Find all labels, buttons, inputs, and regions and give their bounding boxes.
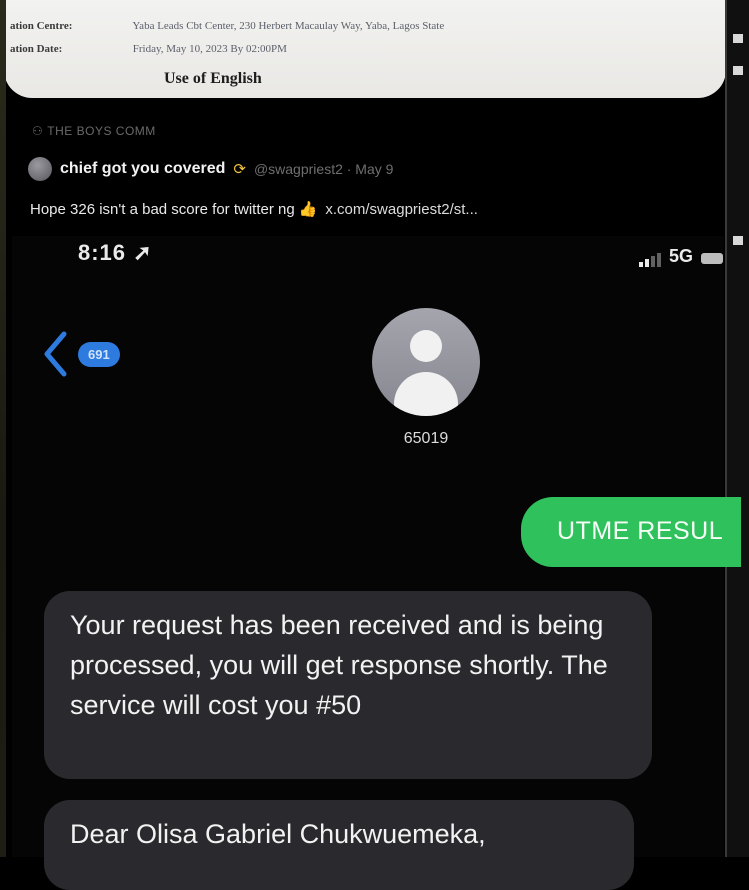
- chevron-left-icon: [44, 331, 67, 377]
- exam-centre-row: ation Centre: Yaba Leads Cbt Center, 230…: [10, 20, 444, 32]
- exam-centre-value: Yaba Leads Cbt Center, 230 Herbert Macau…: [132, 20, 445, 32]
- back-button[interactable]: 691: [42, 330, 120, 378]
- community-icon: ⚇: [32, 124, 44, 138]
- community-context: ⚇ THE BOYS COMM: [32, 124, 156, 138]
- status-indicators: 5G: [638, 246, 723, 267]
- unread-count-badge: 691: [78, 341, 120, 367]
- exam-date-label: ation Date:: [10, 43, 63, 55]
- signal-icon: [638, 253, 661, 267]
- photo-left-edge: [0, 0, 6, 857]
- exam-slip-document: ation Centre: Yaba Leads Cbt Center, 230…: [4, 0, 726, 98]
- tweet-link[interactable]: x.com/swagpriest2/st...: [325, 201, 478, 218]
- status-time-text: 8:16: [78, 240, 127, 265]
- incoming-message-text: Dear Olisa Gabriel Chukwuemeka,: [70, 819, 486, 849]
- outgoing-message[interactable]: UTME RESUL: [521, 497, 741, 567]
- dizzy-emoji-icon: ⟳: [233, 161, 246, 178]
- tweet-header: chief got you covered ⟳ @swagpriest2 · M…: [28, 156, 393, 182]
- exam-subject: Use of English: [164, 70, 262, 87]
- tweet-author-handle: @swagpriest2 · May 9: [253, 161, 394, 177]
- tweet-text: Hope 326 isn't a bad score for twitter n…: [30, 201, 295, 218]
- tweet-author-avatar[interactable]: [28, 157, 52, 181]
- tweet-author-name[interactable]: chief got you covered: [60, 160, 225, 178]
- status-time: 8:16 ➚: [78, 240, 153, 266]
- battery-icon: [701, 253, 723, 264]
- community-name: THE BOYS COMM: [47, 124, 156, 138]
- photo-right-strip: [725, 0, 749, 857]
- exam-centre-label: ation Centre:: [10, 20, 73, 32]
- incoming-message[interactable]: Your request has been received and is be…: [44, 591, 652, 779]
- exam-date-row: ation Date: Friday, May 10, 2023 By 02:0…: [10, 43, 287, 55]
- contact-avatar[interactable]: [372, 308, 480, 416]
- location-arrow-icon: ➚: [133, 240, 153, 265]
- contact-name[interactable]: 65019: [384, 430, 468, 448]
- incoming-message[interactable]: Dear Olisa Gabriel Chukwuemeka,: [44, 800, 634, 890]
- tweet-body: Hope 326 isn't a bad score for twitter n…: [30, 200, 478, 218]
- outgoing-message-text: UTME RESUL: [557, 517, 724, 545]
- incoming-message-text: Your request has been received and is be…: [70, 610, 608, 720]
- network-type: 5G: [668, 246, 693, 266]
- exam-date-value: Friday, May 10, 2023 By 02:00PM: [132, 43, 287, 55]
- person-icon: [410, 330, 442, 362]
- thumbs-up-icon: 👍: [298, 201, 318, 218]
